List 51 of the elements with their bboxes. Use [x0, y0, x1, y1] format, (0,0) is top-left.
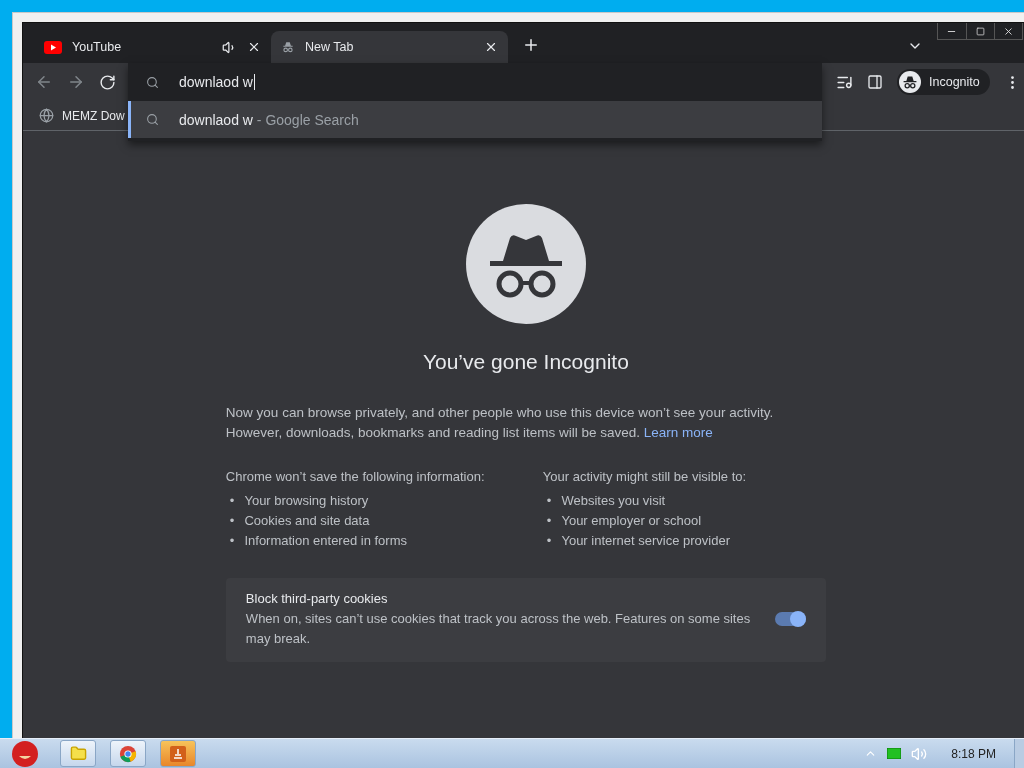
close-tab-icon[interactable] — [247, 40, 261, 54]
browser-tab[interactable]: YouTube — [34, 31, 271, 63]
incognito-hero-icon — [465, 204, 586, 324]
close-tab-icon[interactable] — [484, 40, 498, 54]
intro-text: Now you can browse privately, and other people who use this device won’t see your activity. However, downloads, bookmarks and reading list items will be saved. Learn more — [225, 404, 775, 442]
list-item: Your browsing history — [244, 492, 369, 510]
search-icon — [146, 75, 159, 89]
folder-taskbar-button[interactable] — [60, 740, 96, 767]
browser-logo-icon — [119, 744, 137, 763]
side-panel-icon[interactable] — [867, 74, 883, 90]
network-icon[interactable] — [887, 748, 902, 759]
browser-taskbar-button[interactable] — [110, 740, 146, 767]
list-bullet: • — [229, 492, 235, 510]
close-icon — [1002, 25, 1014, 37]
show-desktop-button[interactable] — [1014, 738, 1024, 768]
list-item: Websites you visit — [561, 492, 666, 510]
list-item: Your employer or school — [561, 512, 702, 530]
list-bullet: • — [229, 532, 235, 550]
reload-icon[interactable] — [99, 73, 116, 91]
bookmark-item[interactable]: MEMZ Dow — [39, 108, 125, 123]
suggestion-item[interactable]: downlaod w - Google Search — [128, 101, 822, 138]
list-heading: Chrome won’t save the following information: — [225, 468, 486, 486]
incognito-icon — [281, 40, 295, 54]
browser-tab[interactable]: New Tab — [271, 31, 508, 63]
list-item: Cookies and site data — [244, 512, 370, 530]
profile-chip[interactable]: Incognito — [897, 69, 990, 95]
app-icon — [170, 745, 186, 762]
card-title: Block third-party cookies — [245, 590, 389, 608]
globe-icon — [39, 108, 54, 123]
folder-icon — [69, 745, 87, 762]
list-heading: Your activity might still be visible to: — [542, 468, 748, 486]
card-description: When on, sites can’t use cookies that track you across the web. Features on some sites may break. — [245, 610, 752, 648]
list-item: Information entered in forms — [244, 532, 407, 550]
list-bullet: • — [546, 532, 552, 550]
incognito-avatar-icon — [899, 71, 921, 93]
maximize-icon — [975, 26, 985, 36]
list-bullet: • — [546, 512, 552, 530]
forward-icon[interactable] — [67, 73, 85, 91]
back-icon[interactable] — [35, 73, 53, 91]
search-icon — [146, 113, 159, 126]
list-bullet: • — [546, 492, 552, 510]
list-item: Your internet service provider — [561, 532, 731, 550]
list-bullet: • — [229, 512, 235, 530]
learn-more-link[interactable]: Learn more — [643, 425, 713, 440]
video-logo-icon — [44, 40, 62, 54]
clock[interactable]: 8:18 PM — [951, 746, 996, 761]
cookies-toggle[interactable] — [774, 612, 806, 626]
address-field[interactable]: downlaod w — [179, 74, 255, 90]
app-taskbar-button[interactable] — [160, 740, 196, 767]
new-tab-icon[interactable] — [522, 36, 540, 54]
page-title: You’ve gone Incognito — [422, 350, 629, 374]
